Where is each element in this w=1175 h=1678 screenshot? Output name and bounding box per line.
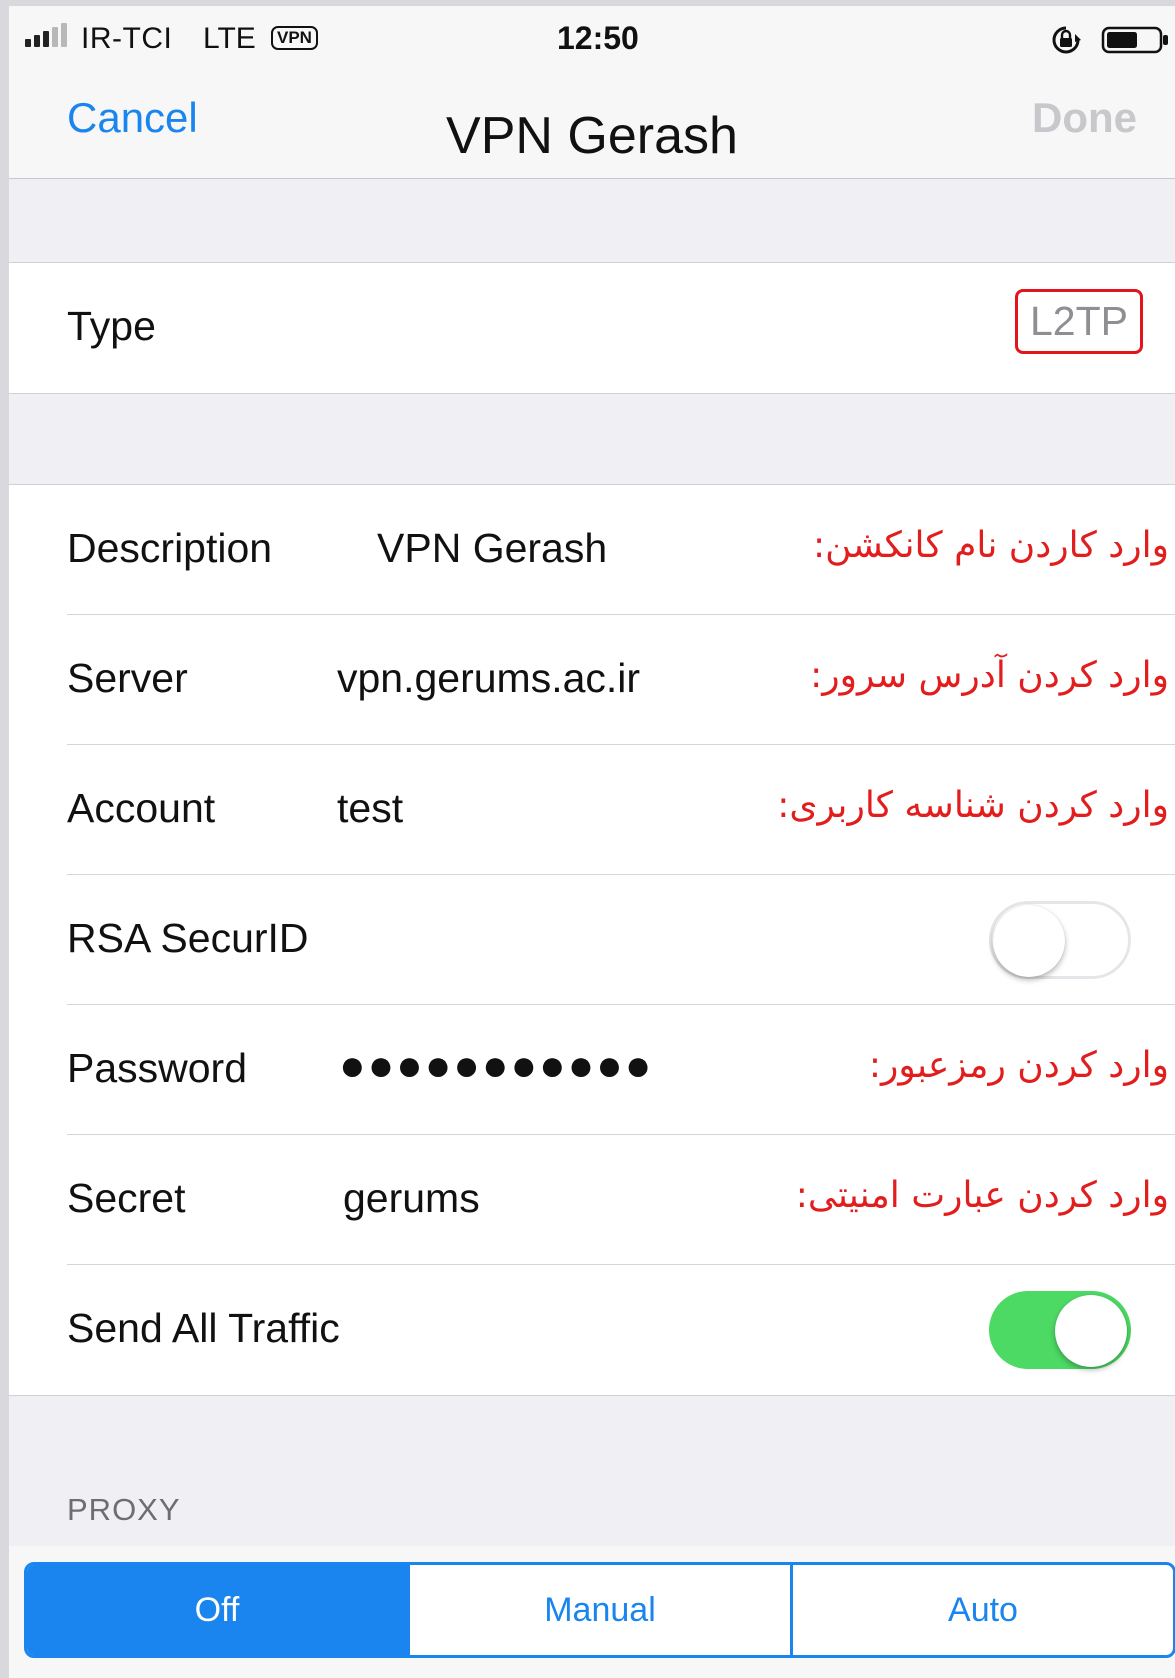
type-row[interactable]: Type L2TP (9, 263, 1175, 393)
proxy-section-header: PROXY (67, 1492, 181, 1527)
status-time: 12:50 (557, 20, 639, 56)
secret-label: Secret (67, 1175, 186, 1221)
proxy-auto-segment[interactable]: Auto (790, 1565, 1173, 1655)
type-group: Type L2TP (9, 262, 1175, 394)
secret-field[interactable]: gerums (343, 1175, 480, 1222)
battery-icon (1101, 26, 1168, 54)
account-hint: وارد کردن شناسه کاربری: (777, 785, 1169, 826)
type-label: Type (67, 303, 156, 349)
description-label: Description (67, 525, 273, 571)
rotation-lock-icon (1052, 26, 1081, 54)
signal-icon (25, 23, 67, 47)
vpn-config-group: Description VPN Gerash وارد کاردن نام کا… (9, 484, 1175, 1396)
settings-screen: IR-TCI LTE VPN 12:50 Cancel VPN Gerash D… (9, 6, 1175, 1678)
send-all-traffic-toggle[interactable] (989, 1291, 1131, 1369)
secret-hint: وارد کردن عبارت امنیتی: (795, 1175, 1169, 1216)
account-field[interactable]: test (337, 785, 403, 832)
description-row: Description VPN Gerash وارد کاردن نام کا… (9, 485, 1175, 615)
rsa-securid-label: RSA SecurID (67, 915, 309, 961)
toggle-knob (1055, 1295, 1127, 1367)
vpn-badge: VPN (271, 26, 318, 50)
proxy-segmented-control: Off Manual Auto (24, 1562, 1175, 1658)
rsa-securid-row: RSA SecurID (9, 875, 1175, 1005)
rsa-securid-toggle[interactable] (989, 901, 1131, 979)
network-type: LTE (203, 22, 256, 55)
proxy-manual-segment[interactable]: Manual (407, 1565, 790, 1655)
account-label: Account (67, 785, 216, 831)
server-hint: وارد کردن آدرس سرور: (810, 655, 1169, 696)
toggle-knob (993, 905, 1065, 977)
proxy-off-segment[interactable]: Off (27, 1565, 407, 1655)
carrier-name: IR-TCI (81, 22, 173, 55)
server-label: Server (67, 655, 188, 701)
account-row: Account test وارد کردن شناسه کاربری: (9, 745, 1175, 875)
password-row: Password ●●●●●●●●●●● وارد کردن رمزعبور: (9, 1005, 1175, 1135)
page-title: VPN Gerash (446, 107, 738, 165)
password-label: Password (67, 1045, 248, 1091)
password-field[interactable]: ●●●●●●●●●●● (339, 1041, 653, 1091)
send-all-traffic-row: Send All Traffic (9, 1265, 1175, 1395)
description-field[interactable]: VPN Gerash (377, 525, 607, 572)
navigation-bar: Cancel VPN Gerash Done (9, 68, 1175, 179)
password-hint: وارد کردن رمزعبور: (868, 1045, 1169, 1086)
server-field[interactable]: vpn.gerums.ac.ir (337, 655, 640, 702)
server-row: Server vpn.gerums.ac.ir وارد کردن آدرس س… (9, 615, 1175, 745)
type-value[interactable]: L2TP (1015, 289, 1143, 354)
secret-row: Secret gerums وارد کردن عبارت امنیتی: (9, 1135, 1175, 1265)
send-all-traffic-label: Send All Traffic (67, 1305, 340, 1351)
description-hint: وارد کاردن نام کانکشن: (812, 525, 1169, 566)
done-button[interactable]: Done (1032, 94, 1137, 142)
status-bar: IR-TCI LTE VPN 12:50 (9, 6, 1175, 68)
